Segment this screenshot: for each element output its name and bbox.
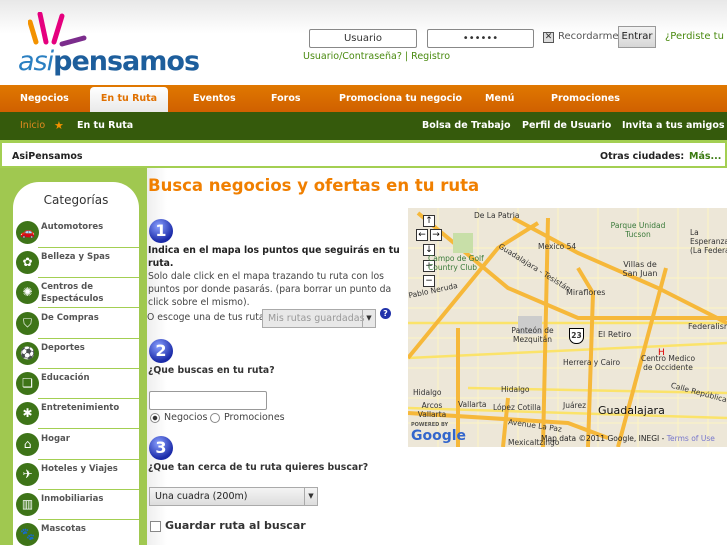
save-route-label: Guardar ruta al buscar [165, 519, 306, 532]
car-icon: 🚗 [16, 221, 39, 244]
pan-right-button[interactable]: → [430, 229, 442, 241]
subnav-bolsa[interactable]: Bolsa de Trabajo [422, 112, 510, 140]
radio-negocios[interactable] [150, 413, 160, 423]
book-icon: ❏ [16, 372, 39, 395]
category-entretenimiento[interactable]: ✱ Entretenimiento [13, 399, 139, 429]
category-automotores[interactable]: 🚗 Automotores [13, 218, 139, 248]
account-links[interactable]: Usuario/Contraseña? | Registro [303, 51, 450, 62]
radio-promociones[interactable] [210, 413, 220, 423]
categories-panel: Categorías 🚗 Automotores ✿ Belleza y Spas … [13, 182, 139, 546]
breadcrumb-current: En tu Ruta [77, 120, 134, 131]
plane-icon: ✈ [16, 463, 39, 486]
remember-label: Recordarme [558, 31, 619, 42]
other-cities-label: Otras ciudades: [600, 151, 685, 162]
bag-icon: ⛉ [16, 312, 39, 335]
category-inmobiliarias[interactable]: ▥ Inmobiliarias [13, 490, 139, 520]
category-mascotas[interactable]: 🐾 Mascotas [13, 520, 139, 550]
logo[interactable]: asipensamos [18, 12, 200, 78]
city-bar: AsiPensamos Otras ciudades: Más... [0, 140, 727, 168]
saved-routes-select[interactable]: Mis rutas guardadas ▼ [262, 309, 376, 328]
sub-nav: Inicio ★ En tu Ruta Bolsa de Trabajo Per… [0, 112, 727, 140]
remember-checkbox[interactable]: ✕ [543, 32, 554, 43]
page-title: Busca negocios y ofertas en tu ruta [148, 176, 480, 195]
step-1-icon: 1 [149, 219, 173, 243]
category-deportes[interactable]: ⚽ Deportes [13, 339, 139, 369]
show-icon: ✺ [16, 281, 39, 304]
save-route-checkbox[interactable] [150, 521, 161, 532]
step-2-icon: 2 [149, 339, 173, 363]
site-name: AsiPensamos [12, 151, 83, 162]
building-icon: ▥ [16, 493, 39, 516]
house-icon: ⌂ [16, 433, 39, 456]
nav-en-tu-ruta[interactable]: En tu Ruta [90, 87, 168, 113]
login-button[interactable]: Entrar [618, 26, 656, 48]
radio-negocios-label: Negocios [164, 412, 208, 423]
nav-eventos[interactable]: Eventos [193, 85, 236, 112]
saved-routes-label: O escoge una de tus rutas [147, 312, 270, 323]
password-input[interactable]: •••••• [427, 29, 534, 48]
header: asipensamos Usuario •••••• ✕ Recordarme … [0, 0, 727, 85]
category-hoteles[interactable]: ✈ Hoteles y Viajes [13, 460, 139, 490]
pet-icon: 🐾 [16, 523, 39, 546]
breadcrumb-home[interactable]: Inicio [20, 112, 45, 140]
nav-menu[interactable]: Menú [485, 85, 514, 112]
pan-up-button[interactable]: ↑ [423, 215, 435, 227]
subnav-invita[interactable]: Invita a tus amigos [622, 112, 725, 140]
subnav-perfil[interactable]: Perfil de Usuario [522, 112, 611, 140]
chevron-down-icon: ▼ [362, 310, 375, 327]
category-educacion[interactable]: ❏ Educación [13, 369, 139, 399]
radio-promociones-label: Promociones [224, 412, 285, 423]
nav-negocios[interactable]: Negocios [20, 85, 69, 112]
hospital-icon: H [658, 348, 665, 358]
city-label: Guadalajara [598, 404, 665, 417]
step-3-icon: 3 [149, 436, 173, 460]
category-espectaculos[interactable]: ✺ Centros de Espectáculos [13, 278, 139, 308]
google-logo: Google [411, 428, 467, 444]
nav-promociona[interactable]: Promociona tu negocio [339, 85, 462, 112]
category-belleza[interactable]: ✿ Belleza y Spas [13, 248, 139, 278]
logo-hands-icon [28, 12, 87, 47]
map-attribution: Map data ©2011 Google, INEGI - Terms of … [541, 434, 715, 443]
step-3-label: ¿Que tan cerca de tu ruta quieres buscar… [148, 462, 369, 473]
beauty-icon: ✿ [16, 251, 39, 274]
step-2-label: ¿Que buscas en tu ruta? [148, 365, 275, 376]
categories-title: Categorías [43, 193, 109, 207]
ball-icon: ⚽ [16, 342, 39, 365]
entertainment-icon: ✱ [16, 402, 39, 425]
search-input[interactable] [149, 391, 267, 410]
category-compras[interactable]: ⛉ De Compras [13, 309, 139, 339]
forgot-link[interactable]: ¿Perdiste tu [665, 31, 724, 42]
more-cities-link[interactable]: Más... [689, 151, 721, 162]
route-map[interactable]: ↑ ← → ↓ + − De La Patria Parque Unidad T… [408, 208, 727, 447]
username-input[interactable]: Usuario [309, 29, 417, 48]
nav-foros[interactable]: Foros [271, 85, 301, 112]
step-1-text: Indica en el mapa los puntos que seguirá… [148, 245, 400, 308]
category-hogar[interactable]: ⌂ Hogar [13, 430, 139, 460]
pan-left-button[interactable]: ← [416, 229, 428, 241]
help-icon[interactable]: ? [380, 308, 391, 319]
highway-shield: 23 [569, 328, 584, 344]
nav-promociones[interactable]: Promociones [551, 85, 620, 112]
star-icon: ★ [54, 119, 64, 132]
chevron-down-icon: ▼ [304, 488, 317, 505]
terms-link[interactable]: Terms of Use [667, 434, 715, 443]
distance-select[interactable]: Una cuadra (200m) ▼ [149, 487, 318, 506]
